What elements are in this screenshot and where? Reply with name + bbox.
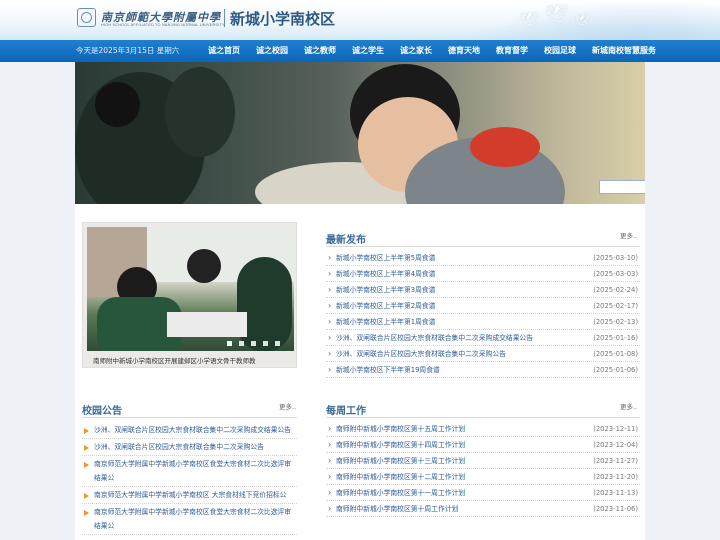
list-item-title[interactable]: 南师附中新城小学南校区第十一周工作计划 bbox=[336, 489, 465, 497]
nav-item[interactable]: 诚之首页 bbox=[200, 40, 248, 62]
photo-figure bbox=[167, 312, 247, 337]
list-item-title[interactable]: 沙洲、双闸联合片区校园大宗食材联合集中二次采购公告 bbox=[336, 350, 506, 358]
nav-item[interactable]: 校园足球 bbox=[536, 40, 584, 62]
list-item[interactable]: 新城小学南校区上半年第4周食谱 (2025-03-03) bbox=[326, 266, 640, 282]
notices-section-title: 校园公告 bbox=[82, 406, 122, 417]
list-item[interactable]: 新城小学南校区上半年第3周食谱 (2025-02-24) bbox=[326, 282, 640, 298]
weekly-section-title: 每周工作 bbox=[326, 406, 366, 417]
school-name-en: HIGH SCHOOL AFFILIATED TO NANJING NORMAL… bbox=[101, 23, 225, 27]
nav-item[interactable]: 教育督学 bbox=[488, 40, 536, 62]
list-item-date: (2025-01-08) bbox=[593, 350, 638, 358]
notices-more-link[interactable]: 更多.. bbox=[279, 401, 296, 411]
list-item-title[interactable]: 南师附中新城小学南校区第十二周工作计划 bbox=[336, 473, 465, 481]
weekly-list: 南师附中新城小学南校区第十五周工作计划(2023-12-11)南师附中新城小学南… bbox=[326, 421, 640, 517]
photo-figure bbox=[187, 249, 221, 283]
list-item[interactable]: 南师附中新城小学南校区第十二周工作计划 (2023-11-20) bbox=[326, 469, 640, 485]
banner-photo-figure bbox=[95, 82, 140, 127]
list-item-date: (2025-02-17) bbox=[593, 302, 638, 310]
slide-dot[interactable] bbox=[275, 341, 280, 346]
hero-banner bbox=[75, 62, 645, 204]
list-item-title[interactable]: 新城小学南校区上半年第1周食谱 bbox=[336, 318, 435, 326]
list-item-date: (2023-11-20) bbox=[593, 473, 638, 481]
list-item-date: (2023-11-13) bbox=[593, 489, 638, 497]
list-item-date: (2025-02-13) bbox=[593, 318, 638, 326]
nav-item[interactable]: 诚之学生 bbox=[344, 40, 392, 62]
featured-photo[interactable] bbox=[87, 227, 294, 351]
list-item-title[interactable]: 南师附中新城小学南校区第十五周工作计划 bbox=[336, 425, 465, 433]
nav-menu: 诚之首页 诚之校园 诚之教师 诚之学生 诚之家长 德育天地 教育督学 校园足球 新城南校智慧服务 bbox=[200, 40, 664, 62]
list-item[interactable]: 沙洲、双闸联合片区校园大宗食材联合集中二次采购公告 (2025-01-08) bbox=[326, 346, 640, 362]
list-item-title[interactable]: 沙洲、双闸联合片区校园大宗食材联合集中二次采购成交结果公告 bbox=[336, 334, 533, 342]
list-item[interactable]: 新城小学南校区上半年第2周食谱 (2025-02-17) bbox=[326, 298, 640, 314]
list-item-date: (2023-11-27) bbox=[593, 457, 638, 465]
school-logo-icon[interactable] bbox=[77, 8, 96, 27]
bird-icon: 🕊 bbox=[545, 4, 568, 25]
site-title[interactable]: 新城小学南校区 bbox=[230, 8, 335, 29]
list-item[interactable]: 南师附中新城小学南校区第十三周工作计划 (2023-11-27) bbox=[326, 453, 640, 469]
list-item-title[interactable]: 南师附中新城小学南校区第十周工作计划 bbox=[336, 505, 458, 513]
slide-dot[interactable] bbox=[239, 341, 244, 346]
news-section-title: 最新发布 bbox=[326, 235, 366, 246]
list-item[interactable]: 南师附中新城小学南校区第十周工作计划 (2023-11-06) bbox=[326, 501, 640, 517]
bird-icon: 🕊 bbox=[520, 12, 538, 28]
notice-item[interactable]: 沙洲、双闸联合片区校园大宗食材联合集中二次采购成交结果公告 bbox=[82, 422, 297, 439]
logo-divider bbox=[224, 9, 225, 27]
list-item-date: (2023-11-06) bbox=[593, 505, 638, 513]
list-item-title[interactable]: 新城小学南校区上半年第4周食谱 bbox=[336, 270, 435, 278]
list-item-title[interactable]: 新城小学南校区下半年第19周食谱 bbox=[336, 366, 440, 374]
list-item[interactable]: 新城小学南校区上半年第5周食谱 (2025-03-10) bbox=[326, 250, 640, 266]
weekly-more-link[interactable]: 更多.. bbox=[620, 401, 637, 411]
list-item-title[interactable]: 新城小学南校区上半年第5周食谱 bbox=[336, 254, 435, 262]
list-item-date: (2023-12-11) bbox=[593, 425, 638, 433]
news-list: 新城小学南校区上半年第5周食谱 (2025-03-10) 新城小学南校区上半年第4周… bbox=[326, 250, 640, 378]
notice-item[interactable]: 南京师范大学附属中学新城小学南校区食堂大宗食材二次比选评审结果公 bbox=[82, 456, 297, 487]
weekly-title-divider bbox=[326, 417, 640, 418]
list-item-date: (2025-03-03) bbox=[593, 270, 638, 278]
site-header: 🕊 🕊 🕊 南京師範大學附屬中學 HIGH SCHOOL AFFILIATED … bbox=[0, 0, 720, 40]
news-title-divider bbox=[326, 246, 640, 247]
notices-list: 沙洲、双闸联合片区校园大宗食材联合集中二次采购成交结果公告 沙洲、双闸联合片区校园… bbox=[82, 422, 297, 535]
nav-item[interactable]: 诚之校园 bbox=[248, 40, 296, 62]
slide-dot[interactable] bbox=[263, 341, 268, 346]
nav-item[interactable]: 德育天地 bbox=[440, 40, 488, 62]
list-item-date: (2025-01-06) bbox=[593, 366, 638, 374]
list-item[interactable]: 新城小学南校区上半年第1周食谱 (2025-02-13) bbox=[326, 314, 640, 330]
list-item-title[interactable]: 新城小学南校区上半年第2周食谱 bbox=[336, 302, 435, 310]
list-item[interactable]: 新城小学南校区下半年第19周食谱 (2025-01-06) bbox=[326, 362, 640, 378]
list-item-date: (2023-12-04) bbox=[593, 441, 638, 449]
banner-photo-figure bbox=[470, 127, 540, 167]
notices-title-divider bbox=[82, 417, 297, 418]
list-item[interactable]: 南师附中新城小学南校区第十一周工作计划 (2023-11-13) bbox=[326, 485, 640, 501]
bird-icon: 🕊 bbox=[575, 14, 589, 27]
list-item[interactable]: 南师附中新城小学南校区第十四周工作计划 (2023-12-04) bbox=[326, 437, 640, 453]
list-item-title[interactable]: 新城小学南校区上半年第3周食谱 bbox=[336, 286, 435, 294]
notice-item[interactable]: 南京师范大学附属中学新城小学南校区 大宗食材线下竞价招标公 bbox=[82, 487, 297, 504]
list-item-date: (2025-01-16) bbox=[593, 334, 638, 342]
nav-item[interactable]: 诚之家长 bbox=[392, 40, 440, 62]
slide-dot[interactable] bbox=[251, 341, 256, 346]
news-more-link[interactable]: 更多.. bbox=[620, 230, 637, 240]
main-nav: 今天是2025年3月15日 星期六 诚之首页 诚之校园 诚之教师 诚之学生 诚之家长 德育… bbox=[0, 40, 720, 62]
list-item-date: (2025-03-10) bbox=[593, 254, 638, 262]
notice-item[interactable]: 沙洲、双闸联合片区校园大宗食材联合集中二次采购公告 bbox=[82, 439, 297, 456]
slide-dot[interactable] bbox=[227, 341, 232, 346]
list-item-title[interactable]: 南师附中新城小学南校区第十三周工作计划 bbox=[336, 457, 465, 465]
slide-indicators bbox=[227, 341, 280, 346]
search-box[interactable] bbox=[599, 180, 645, 194]
notice-item[interactable]: 南京师范大学附属中学新城小学南校区食堂大宗食材二次比选评审结果公 bbox=[82, 504, 297, 535]
list-item-title[interactable]: 南师附中新城小学南校区第十四周工作计划 bbox=[336, 441, 465, 449]
list-item-date: (2025-02-24) bbox=[593, 286, 638, 294]
featured-caption[interactable]: 南师附中新城小学南校区开展建邺区小学语文骨干教师教 bbox=[93, 355, 256, 365]
current-date: 今天是2025年3月15日 星期六 bbox=[76, 46, 180, 55]
list-item[interactable]: 南师附中新城小学南校区第十五周工作计划 (2023-12-11) bbox=[326, 421, 640, 437]
nav-item[interactable]: 新城南校智慧服务 bbox=[584, 40, 664, 62]
nav-item[interactable]: 诚之教师 bbox=[296, 40, 344, 62]
header-decoration bbox=[460, 0, 720, 40]
list-item[interactable]: 沙洲、双闸联合片区校园大宗食材联合集中二次采购成交结果公告 (2025-01-16… bbox=[326, 330, 640, 346]
featured-photo-box: 南师附中新城小学南校区开展建邺区小学语文骨干教师教 bbox=[82, 222, 297, 368]
banner-photo-figure bbox=[165, 67, 235, 157]
